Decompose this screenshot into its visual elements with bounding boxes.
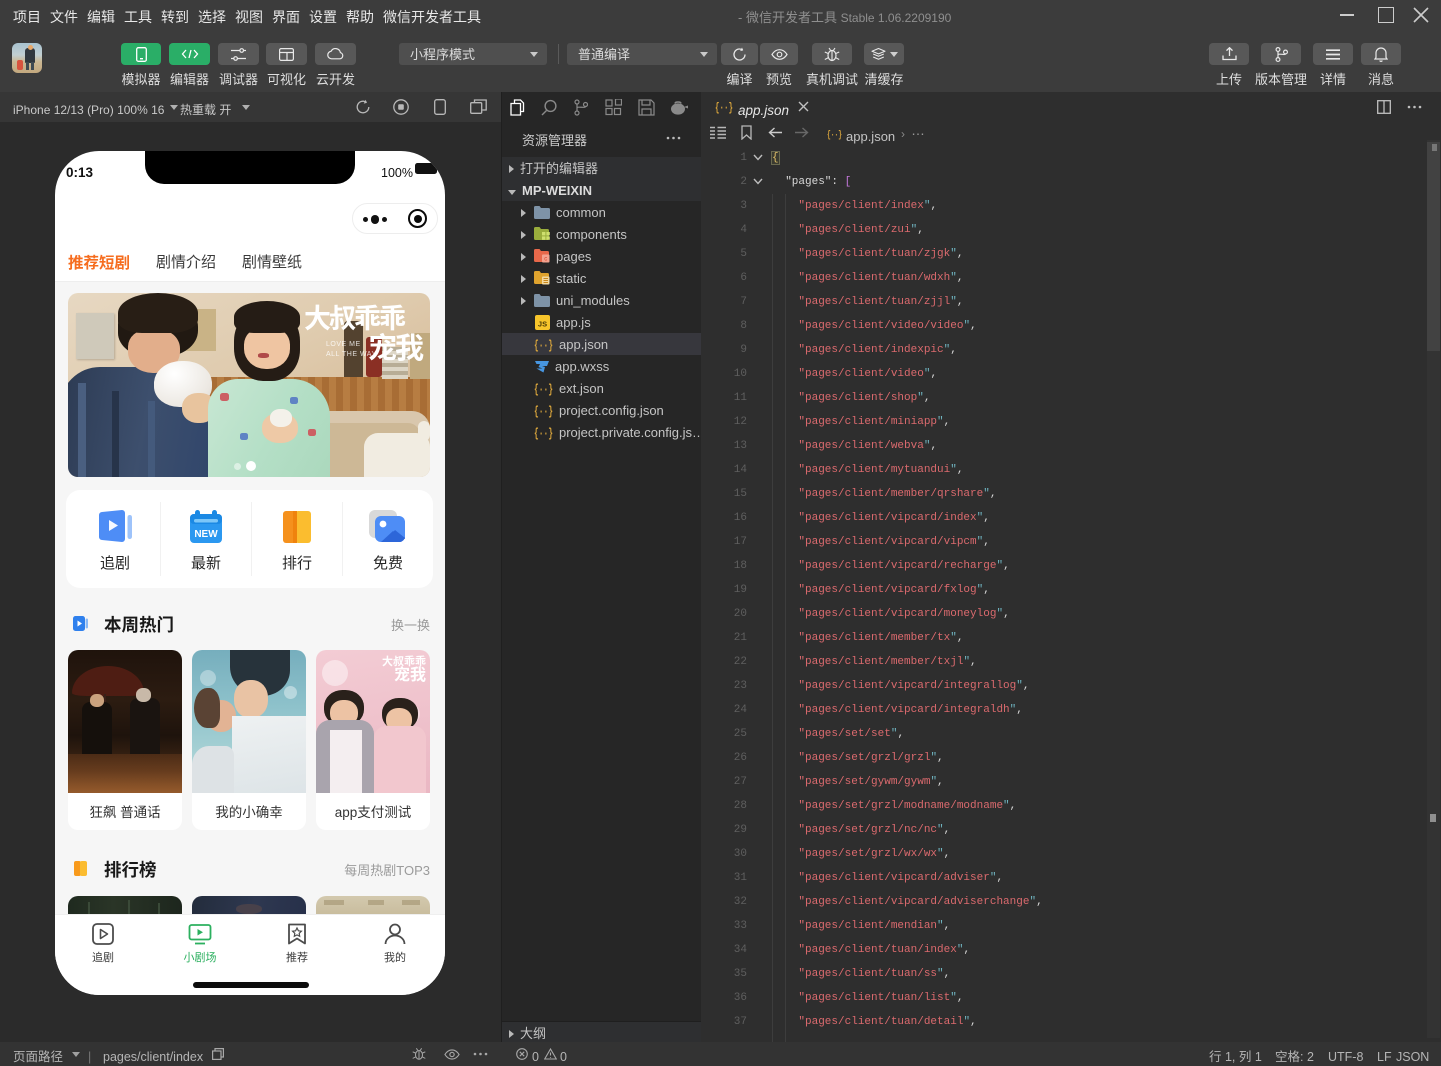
svg-text:{··}: {··}	[534, 404, 553, 418]
svg-text:NEW: NEW	[194, 529, 218, 540]
svg-text:c: c	[544, 257, 547, 263]
svg-text:{··}: {··}	[715, 101, 733, 114]
svg-text:JS: JS	[538, 320, 547, 329]
svg-text:{··}: {··}	[827, 130, 842, 141]
svg-text:{··}: {··}	[534, 338, 553, 352]
svg-text:{··}: {··}	[534, 426, 553, 440]
svg-text:{··}: {··}	[534, 382, 553, 396]
